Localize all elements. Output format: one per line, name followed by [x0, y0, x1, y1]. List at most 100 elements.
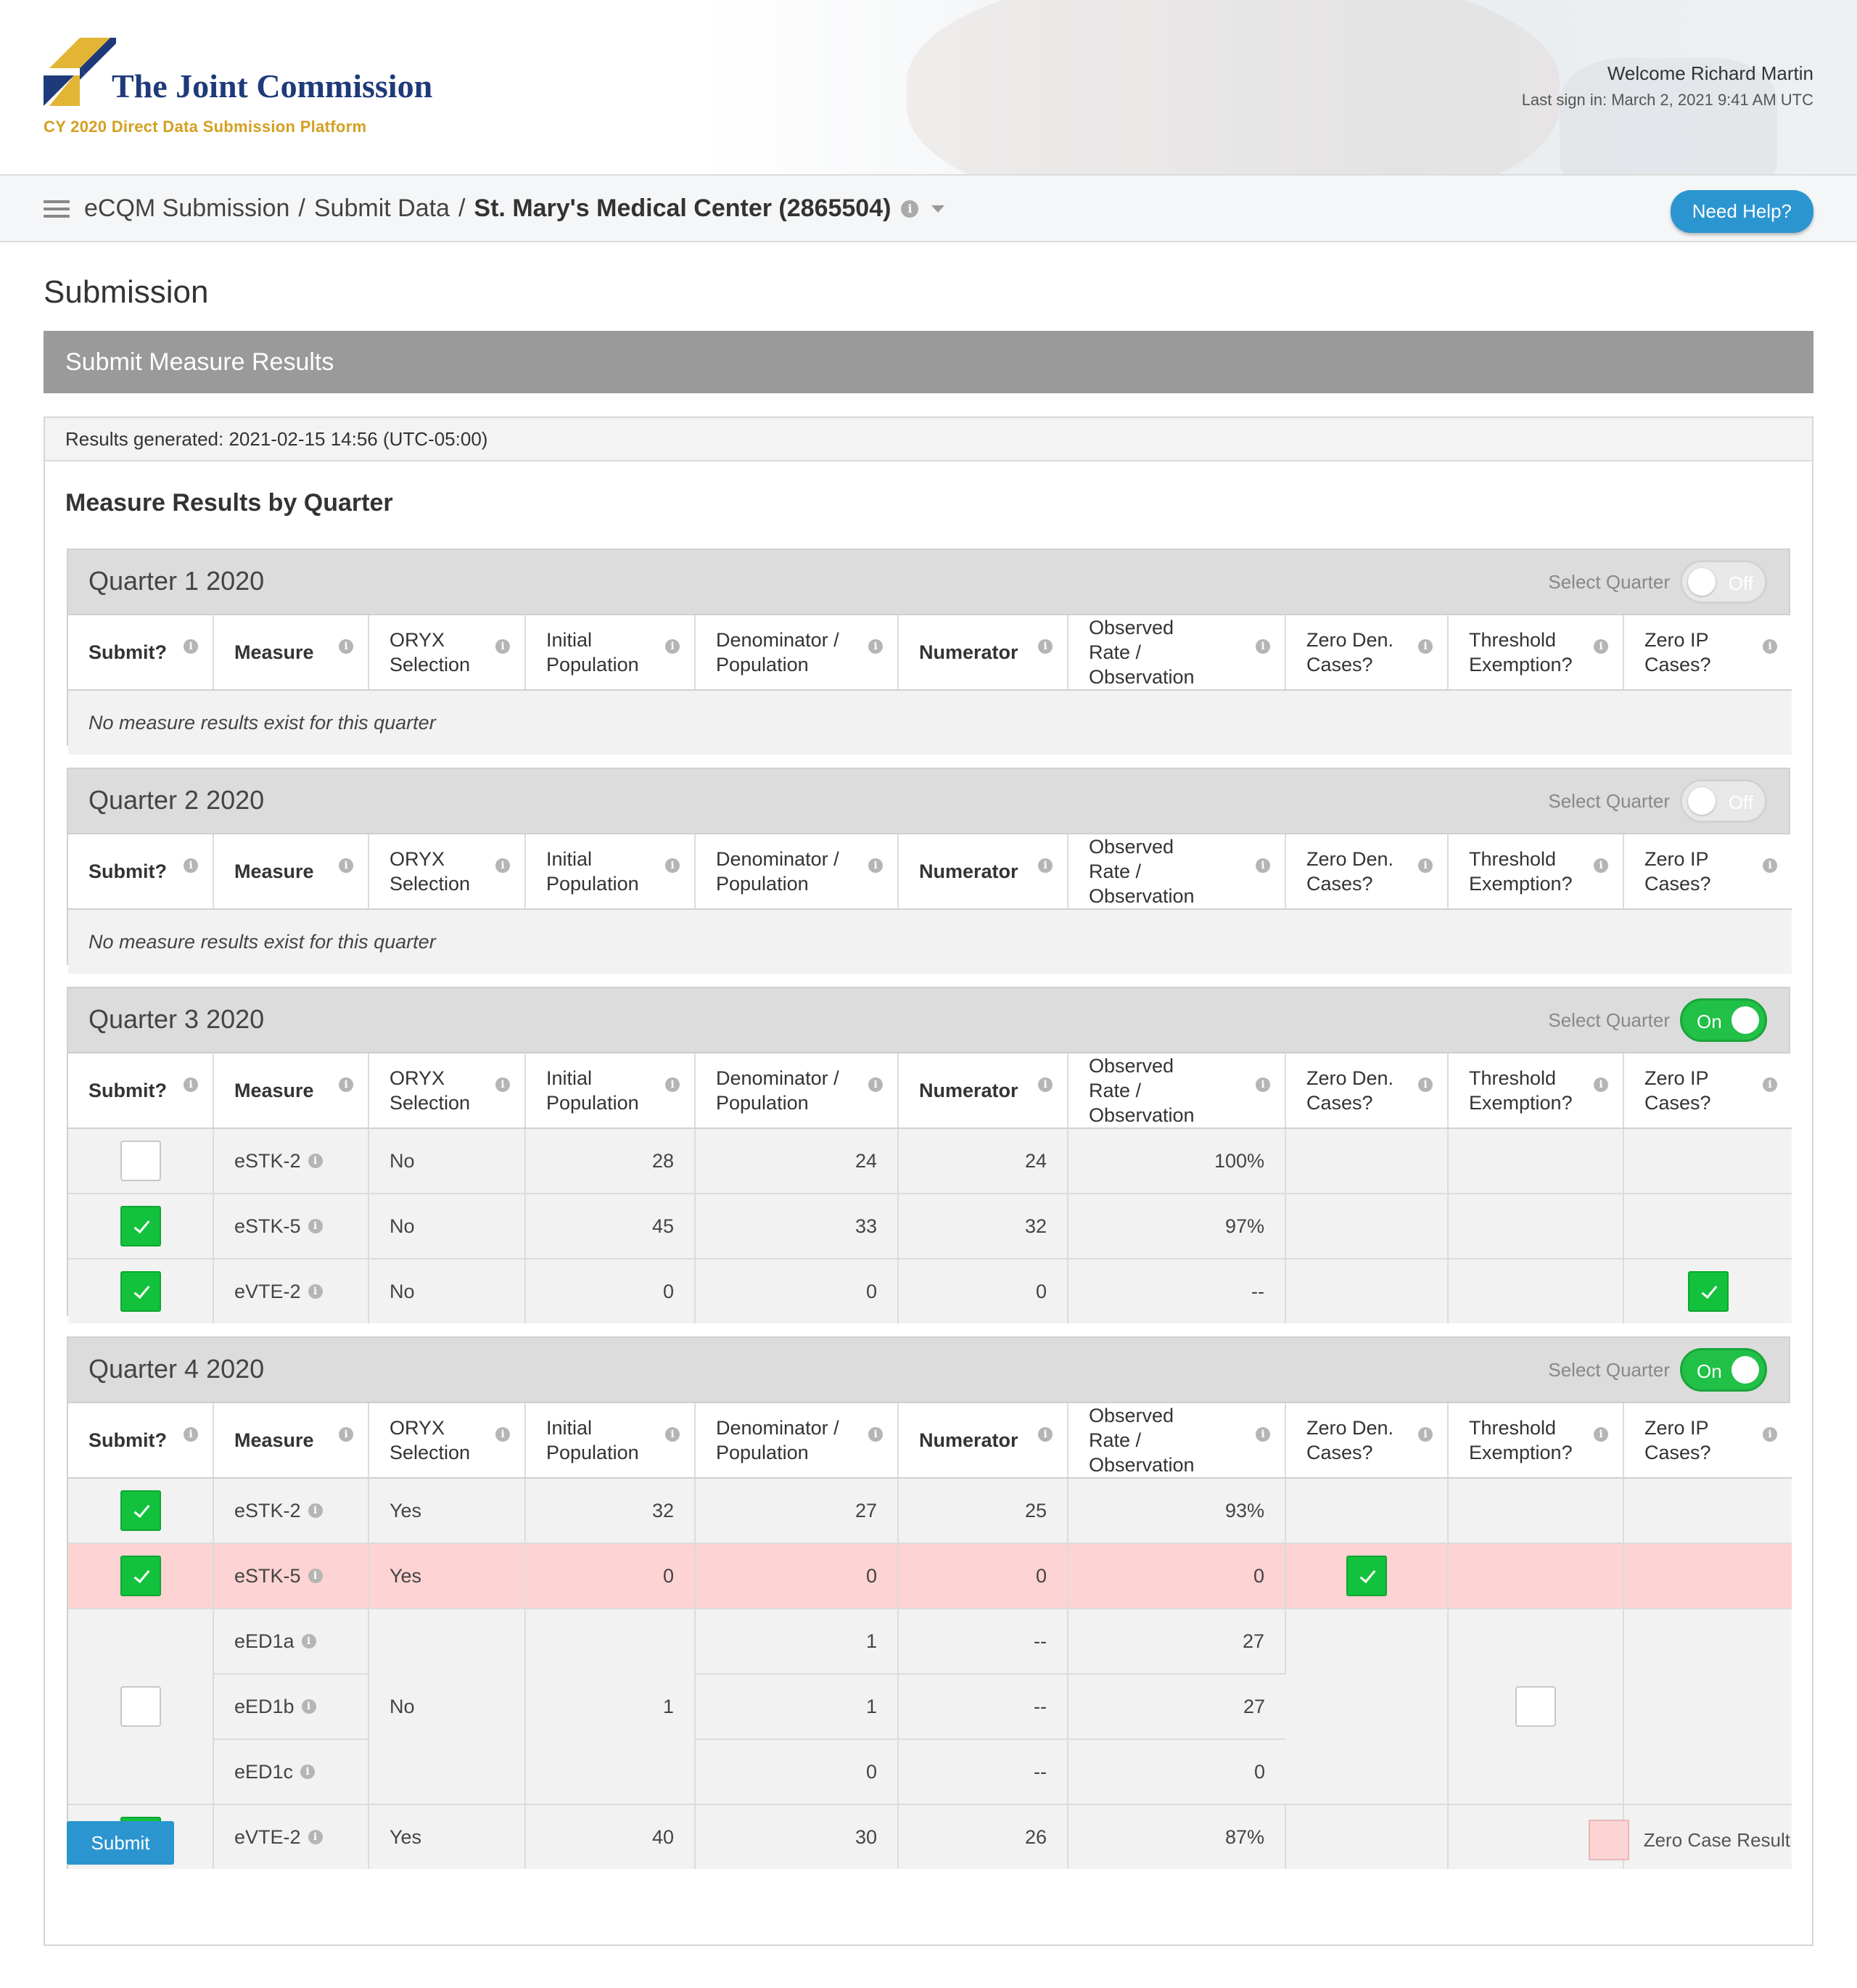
- info-icon[interactable]: i: [339, 1427, 353, 1442]
- column-header-threshold-exemption: Threshold Exemption? i: [1448, 1053, 1624, 1129]
- info-icon[interactable]: i: [339, 639, 353, 654]
- info-icon[interactable]: i: [1594, 639, 1608, 654]
- column-header-submit: Submit? i: [68, 615, 214, 691]
- info-icon[interactable]: i: [1418, 639, 1433, 654]
- measure-name: eVTE-2: [234, 1280, 301, 1302]
- info-icon[interactable]: i: [339, 858, 353, 873]
- info-icon[interactable]: i: [868, 1427, 883, 1442]
- quarter-3-toggle[interactable]: On: [1680, 998, 1767, 1042]
- info-icon[interactable]: i: [665, 1427, 680, 1442]
- hamburger-menu-icon[interactable]: [44, 200, 70, 218]
- info-icon[interactable]: i: [301, 1699, 316, 1714]
- info-icon[interactable]: i: [1763, 1077, 1777, 1092]
- table-header-row: Submit? i Measure i ORYX Selection i Initial P…: [68, 615, 1792, 691]
- last-sign-in: Last sign in: March 2, 2021 9:41 AM UTC: [1521, 91, 1813, 109]
- column-header-label: ORYX Selection: [390, 848, 471, 895]
- info-icon[interactable]: i: [1256, 639, 1270, 654]
- table-header-row: Submit? i Measure i ORYX Selection i Initial P…: [68, 1053, 1792, 1129]
- select-quarter-label: Select Quarter: [1548, 1358, 1670, 1381]
- measure-table: Submit? i Measure i ORYX Selection i Initial P…: [68, 1053, 1792, 1323]
- info-icon[interactable]: i: [1418, 858, 1433, 873]
- quarter-2-toggle[interactable]: Off: [1680, 779, 1767, 823]
- joint-commission-logo[interactable]: [44, 38, 116, 106]
- info-icon[interactable]: i: [495, 858, 510, 873]
- info-icon[interactable]: i: [308, 1154, 323, 1168]
- info-icon[interactable]: i: [901, 200, 919, 218]
- info-icon[interactable]: i: [495, 639, 510, 654]
- column-header-label: Zero Den. Cases?: [1306, 1067, 1394, 1114]
- info-icon[interactable]: i: [1256, 858, 1270, 873]
- info-icon[interactable]: i: [184, 1427, 198, 1442]
- info-icon[interactable]: i: [300, 1765, 316, 1779]
- info-icon[interactable]: i: [308, 1830, 323, 1844]
- column-header-oryx-selection: ORYX Selection i: [368, 1403, 526, 1479]
- submit-checkbox[interactable]: [120, 1141, 161, 1181]
- measure-cell: eED1b i: [213, 1674, 369, 1740]
- quarter-4-toggle[interactable]: On: [1680, 1348, 1767, 1392]
- info-icon[interactable]: i: [339, 1077, 353, 1092]
- info-icon[interactable]: i: [1038, 639, 1053, 654]
- info-icon[interactable]: i: [308, 1284, 323, 1299]
- info-icon[interactable]: i: [1763, 858, 1777, 873]
- denominator-cell: 1: [695, 1674, 899, 1740]
- column-header-label: Measure: [234, 1429, 314, 1451]
- info-icon[interactable]: i: [184, 858, 198, 873]
- submit-checkbox[interactable]: [120, 1206, 161, 1246]
- chevron-down-icon[interactable]: [931, 205, 945, 213]
- column-header-label: Numerator: [919, 1429, 1018, 1451]
- info-icon[interactable]: i: [308, 1219, 323, 1233]
- measure-cell: eSTK-2 i: [213, 1128, 369, 1194]
- need-help-button[interactable]: Need Help?: [1670, 190, 1813, 233]
- column-header-label: Zero IP Cases?: [1644, 1417, 1711, 1463]
- info-icon[interactable]: i: [868, 639, 883, 654]
- info-icon[interactable]: i: [301, 1634, 316, 1648]
- info-icon[interactable]: i: [184, 1077, 198, 1092]
- info-icon[interactable]: i: [1256, 1077, 1270, 1092]
- observed-rate-cell: 100%: [1068, 1128, 1286, 1194]
- info-icon[interactable]: i: [1038, 1077, 1053, 1092]
- column-header-label: Threshold Exemption?: [1469, 629, 1573, 675]
- submit-button[interactable]: Submit: [67, 1821, 174, 1865]
- submit-checkbox[interactable]: [120, 1686, 161, 1727]
- info-icon[interactable]: i: [1256, 1427, 1270, 1442]
- results-generated-text: Results generated: 2021-02-15 14:56 (UTC…: [65, 427, 488, 450]
- breadcrumb-submit-data[interactable]: Submit Data: [314, 194, 450, 223]
- info-icon[interactable]: i: [665, 639, 680, 654]
- info-icon[interactable]: i: [1594, 858, 1608, 873]
- info-icon[interactable]: i: [1594, 1077, 1608, 1092]
- platform-subtitle: CY 2020 Direct Data Submission Platform: [44, 118, 367, 136]
- info-icon[interactable]: i: [1594, 1427, 1608, 1442]
- info-icon[interactable]: i: [1038, 1427, 1053, 1442]
- column-header-submit: Submit? i: [68, 1053, 214, 1129]
- info-icon[interactable]: i: [308, 1569, 323, 1583]
- header-background-photo: [907, 0, 1560, 174]
- info-icon[interactable]: i: [1038, 858, 1053, 873]
- breadcrumb-ecqm-submission[interactable]: eCQM Submission: [84, 194, 289, 223]
- threshold-exemption-checkbox[interactable]: [1515, 1686, 1556, 1727]
- info-icon[interactable]: i: [1763, 1427, 1777, 1442]
- info-icon[interactable]: i: [495, 1427, 510, 1442]
- zero-den-cell: [1285, 1194, 1449, 1260]
- info-icon[interactable]: i: [184, 639, 198, 654]
- info-icon[interactable]: i: [1763, 639, 1777, 654]
- submit-checkbox[interactable]: [120, 1556, 161, 1596]
- quarter-1-toggle[interactable]: Off: [1680, 560, 1767, 604]
- breadcrumb: eCQM Submission / Submit Data / St. Mary…: [84, 194, 945, 223]
- info-icon[interactable]: i: [868, 858, 883, 873]
- submit-checkbox[interactable]: [120, 1490, 161, 1531]
- info-icon[interactable]: i: [495, 1077, 510, 1092]
- info-icon[interactable]: i: [868, 1077, 883, 1092]
- toggle-state: Off: [1728, 792, 1753, 813]
- oryx-cell: No: [368, 1609, 526, 1805]
- column-header-label: Zero Den. Cases?: [1306, 1417, 1394, 1463]
- submit-checkbox[interactable]: [120, 1271, 161, 1312]
- zero-ip-checkbox[interactable]: [1687, 1271, 1729, 1312]
- info-icon[interactable]: i: [1418, 1427, 1433, 1442]
- column-header-label: ORYX Selection: [390, 1417, 471, 1463]
- zero-den-checkbox[interactable]: [1346, 1556, 1387, 1596]
- info-icon[interactable]: i: [665, 858, 680, 873]
- info-icon[interactable]: i: [665, 1077, 680, 1092]
- info-icon[interactable]: i: [1418, 1077, 1433, 1092]
- info-icon[interactable]: i: [308, 1503, 323, 1518]
- breadcrumb-current-facility[interactable]: St. Mary's Medical Center (2865504): [474, 194, 891, 223]
